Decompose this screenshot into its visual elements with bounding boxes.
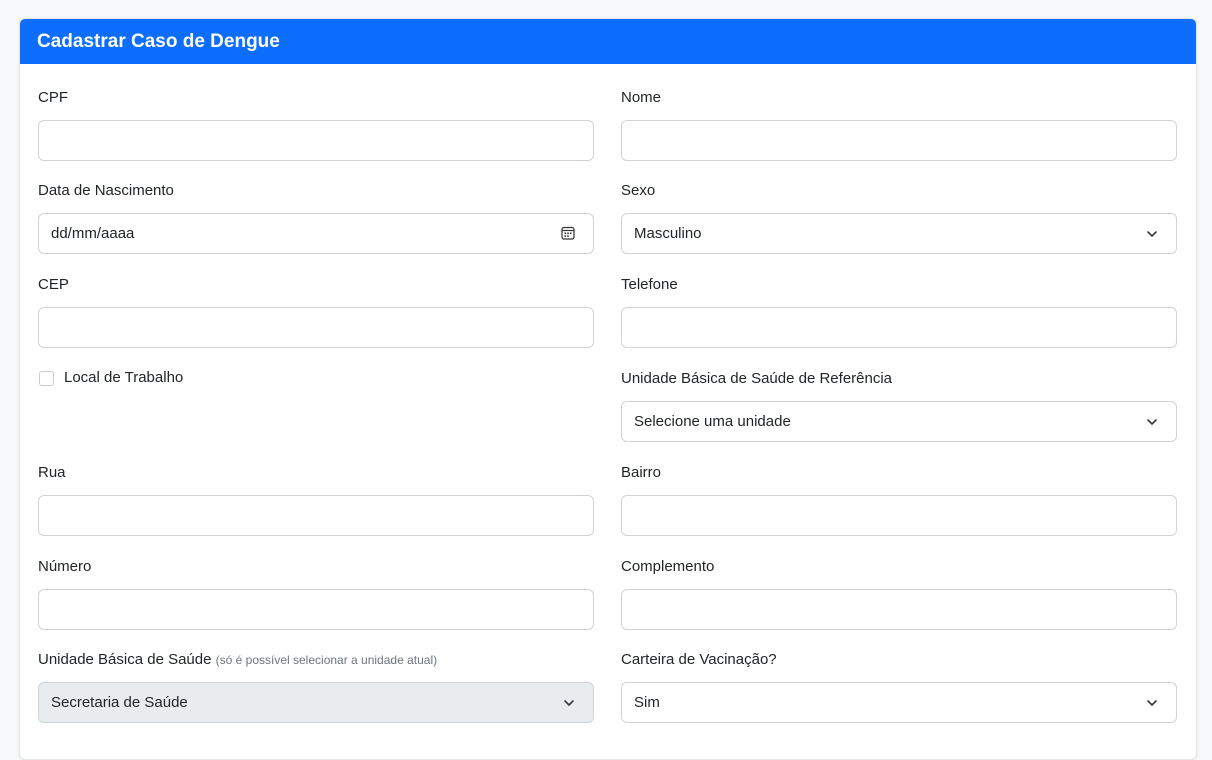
carteira-vacinacao-group: Carteira de Vacinação? Sim — [621, 650, 1177, 723]
sexo-select[interactable]: Masculino — [621, 213, 1177, 254]
telefone-group: Telefone — [621, 275, 1177, 348]
bairro-label: Bairro — [621, 464, 662, 481]
carteira-vacinacao-label: Carteira de Vacinação? — [621, 651, 777, 668]
rua-group: Rua — [38, 463, 594, 536]
birthdate-placeholder: dd/mm/aaaa — [51, 225, 135, 242]
chevron-down-icon — [564, 700, 574, 706]
cep-label: CEP — [38, 276, 69, 293]
complemento-label: Complemento — [621, 558, 715, 575]
chevron-down-icon — [1147, 419, 1157, 425]
numero-group: Número — [38, 557, 594, 630]
ubs-select: Secretaria de Saúde — [38, 682, 594, 723]
numero-label: Número — [38, 558, 92, 575]
chevron-down-icon — [1147, 700, 1157, 706]
local-trabalho-group: Local de Trabalho — [38, 368, 594, 388]
birthdate-input[interactable]: dd/mm/aaaa — [38, 213, 594, 254]
rua-input[interactable] — [38, 495, 594, 536]
ubs-label-text: Unidade Básica de Saúde — [38, 651, 212, 668]
cpf-group: CPF — [38, 88, 594, 161]
cpf-input[interactable] — [38, 120, 594, 161]
complemento-input[interactable] — [621, 589, 1177, 630]
ubs-label: Unidade Básica de Saúde (só é possível s… — [38, 650, 594, 670]
nome-group: Nome — [621, 88, 1177, 161]
nome-label: Nome — [621, 89, 662, 106]
sexo-group: Sexo Masculino — [621, 181, 1177, 254]
chevron-down-icon — [1147, 231, 1157, 237]
complemento-group: Complemento — [621, 557, 1177, 630]
cep-group: CEP — [38, 275, 594, 348]
ubs-group: Unidade Básica de Saúde (só é possível s… — [38, 650, 594, 723]
cep-input[interactable] — [38, 307, 594, 348]
ubs-hint: (só é possível selecionar a unidade atua… — [215, 653, 438, 667]
birthdate-group: Data de Nascimento dd/mm/aaaa — [38, 181, 594, 254]
ubs-selected: Secretaria de Saúde — [51, 694, 188, 711]
carteira-vacinacao-selected: Sim — [634, 694, 660, 711]
ubs-referencia-select[interactable]: Selecione uma unidade — [621, 401, 1177, 442]
numero-input[interactable] — [38, 589, 594, 630]
ubs-referencia-selected: Selecione uma unidade — [634, 413, 791, 430]
calendar-icon[interactable] — [561, 226, 575, 240]
bairro-input[interactable] — [621, 495, 1177, 536]
ubs-referencia-label: Unidade Básica de Saúde de Referência — [621, 370, 893, 387]
local-trabalho-label[interactable]: Local de Trabalho — [64, 368, 183, 388]
nome-input[interactable] — [621, 120, 1177, 161]
carteira-vacinacao-select[interactable]: Sim — [621, 682, 1177, 723]
local-trabalho-checkbox[interactable] — [39, 370, 54, 386]
rua-label: Rua — [38, 464, 66, 481]
telefone-input[interactable] — [621, 307, 1177, 348]
sexo-label: Sexo — [621, 182, 656, 199]
bairro-group: Bairro — [621, 463, 1177, 536]
cpf-label: CPF — [38, 89, 68, 106]
case-form-card: Cadastrar Caso de Dengue CPF Nome Data d… — [19, 18, 1197, 760]
birthdate-label: Data de Nascimento — [38, 182, 174, 199]
sexo-selected: Masculino — [634, 225, 702, 242]
form-title: Cadastrar Caso de Dengue — [20, 19, 1196, 64]
ubs-referencia-group: Unidade Básica de Saúde de Referência Se… — [621, 369, 1177, 442]
telefone-label: Telefone — [621, 276, 678, 293]
